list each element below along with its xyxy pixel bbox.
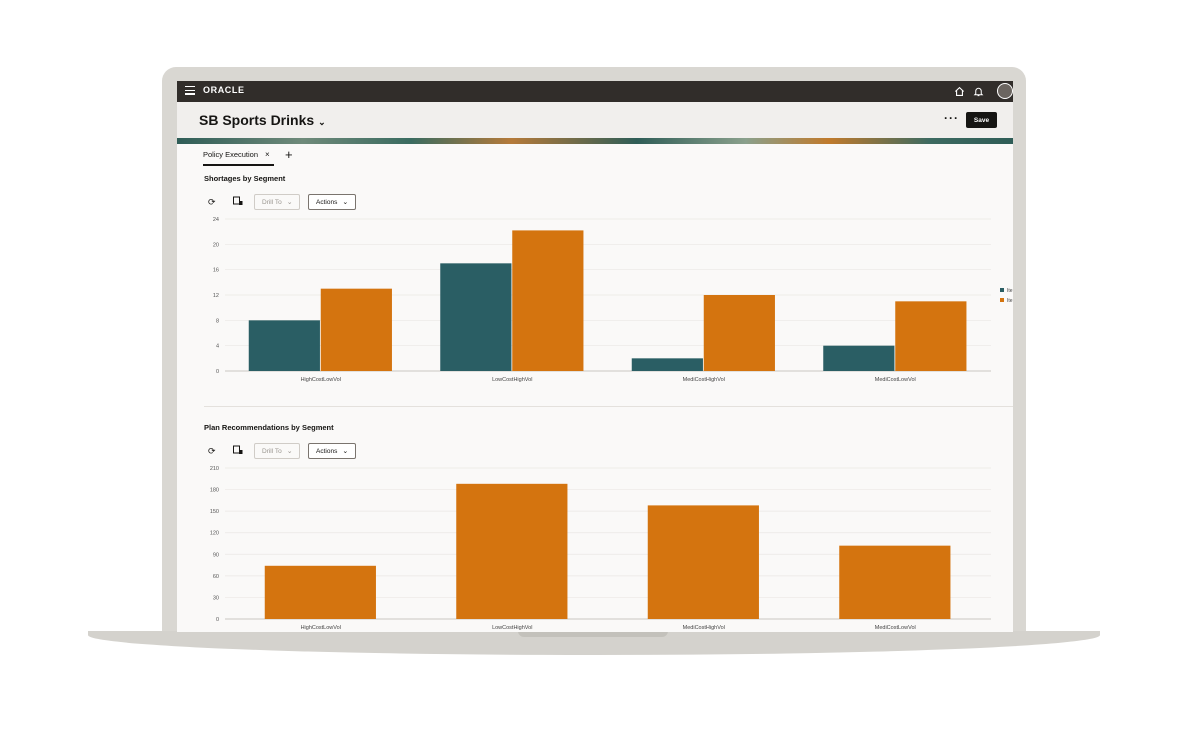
chevron-down-icon: ⌄	[318, 117, 326, 127]
save-button[interactable]: Save	[966, 112, 997, 128]
y-tick-label: 0	[216, 369, 219, 375]
refresh-icon[interactable]: ⟳	[208, 197, 216, 208]
bar-LowCostHighVol-1	[456, 483, 568, 619]
x-tick-label: MediCostHighVol	[683, 377, 725, 383]
legend-label: Ite	[1007, 298, 1013, 304]
bar-MediCostHighVol-2	[703, 295, 775, 371]
bar-MediCostHighVol-1	[631, 358, 703, 371]
y-tick-label: 210	[210, 466, 219, 472]
tab-bar: Policy Execution × +	[177, 144, 1013, 166]
x-tick-label: LowCostHighVol	[492, 377, 532, 383]
legend-label: Ite	[1007, 288, 1013, 294]
y-tick-label: 8	[216, 318, 219, 324]
chevron-down-icon: ⌄	[286, 448, 293, 455]
y-tick-label: 12	[213, 293, 219, 299]
refresh-icon[interactable]: ⟳	[208, 446, 216, 457]
user-avatar[interactable]	[997, 83, 1013, 99]
active-tab-indicator	[203, 164, 274, 166]
menu-icon[interactable]	[185, 86, 195, 96]
oracle-logo: ORACLE	[203, 85, 245, 95]
bar-HighCostLowVol-1	[264, 565, 376, 619]
y-tick-label: 20	[213, 242, 219, 248]
app-screen: ORACLE SB Sports Drinks ⌄ ··· Save Policy…	[177, 81, 1013, 632]
x-tick-label: MediCostLowVol	[875, 377, 916, 383]
tab-policy-execution[interactable]: Policy Execution	[203, 150, 258, 159]
view-icon[interactable]	[233, 445, 243, 457]
y-tick-label: 0	[216, 617, 219, 623]
drill-to-label: Drill To	[262, 447, 282, 455]
x-tick-label: MediCostHighVol	[683, 625, 725, 631]
page-header: SB Sports Drinks ⌄ ··· Save	[177, 102, 1013, 138]
y-tick-label: 90	[213, 552, 219, 558]
chart-title-recommendations: Plan Recommendations by Segment	[204, 423, 334, 432]
bar-HighCostLowVol-1	[248, 320, 320, 371]
y-tick-label: 120	[210, 531, 219, 537]
x-tick-label: HighCostLowVol	[301, 625, 341, 631]
actions-label: Actions	[316, 447, 338, 455]
bar-LowCostHighVol-2	[512, 230, 584, 371]
more-options-button[interactable]: ···	[944, 111, 959, 125]
bar-MediCostLowVol-1	[823, 345, 895, 371]
plus-icon[interactable]: +	[285, 147, 293, 162]
bar-MediCostLowVol-2	[895, 301, 967, 371]
shortages-chart: 0 4 8 12 16 20 24 HighCostLowVol LowCostHighVol M…	[213, 217, 1013, 383]
drill-to-label: Drill To	[262, 198, 282, 206]
bell-icon[interactable]	[971, 84, 985, 98]
drill-to-select[interactable]: Drill To ⌄	[254, 194, 300, 210]
y-tick-label: 24	[213, 217, 219, 223]
global-header: ORACLE	[177, 81, 1013, 102]
legend-swatch	[1000, 288, 1004, 292]
actions-label: Actions	[316, 198, 338, 206]
y-tick-label: 16	[213, 268, 219, 274]
recommendations-chart: 0 30 60 90 120 150 180 210 HighCostLowVol LowCost…	[210, 466, 991, 631]
chevron-down-icon: ⌄	[342, 448, 349, 455]
bar-HighCostLowVol-2	[320, 288, 392, 371]
drill-to-select[interactable]: Drill To ⌄	[254, 443, 300, 459]
x-tick-label: LowCostHighVol	[492, 625, 532, 631]
section-divider	[204, 406, 1013, 407]
home-icon[interactable]	[952, 84, 966, 98]
y-tick-label: 4	[216, 344, 219, 350]
bar-LowCostHighVol-1	[440, 263, 512, 371]
actions-menu-button[interactable]: Actions ⌄	[308, 443, 356, 459]
actions-menu-button[interactable]: Actions ⌄	[308, 194, 356, 210]
legend-swatch	[1000, 298, 1004, 302]
chevron-down-icon: ⌄	[286, 199, 293, 206]
chart-title-shortages: Shortages by Segment	[204, 174, 286, 183]
page-title-text: SB Sports Drinks	[199, 112, 315, 128]
y-tick-label: 150	[210, 509, 219, 515]
laptop-base	[88, 631, 1100, 655]
view-icon[interactable]	[233, 196, 243, 208]
page-title[interactable]: SB Sports Drinks ⌄	[199, 112, 326, 128]
bar-MediCostHighVol-1	[647, 505, 759, 619]
x-tick-label: MediCostLowVol	[875, 625, 916, 631]
chevron-down-icon: ⌄	[342, 199, 349, 206]
y-tick-label: 180	[210, 488, 219, 494]
close-icon[interactable]: ×	[265, 150, 270, 159]
y-tick-label: 30	[213, 595, 219, 601]
y-tick-label: 60	[213, 574, 219, 580]
bar-MediCostLowVol-1	[839, 545, 951, 619]
x-tick-label: HighCostLowVol	[301, 377, 341, 383]
